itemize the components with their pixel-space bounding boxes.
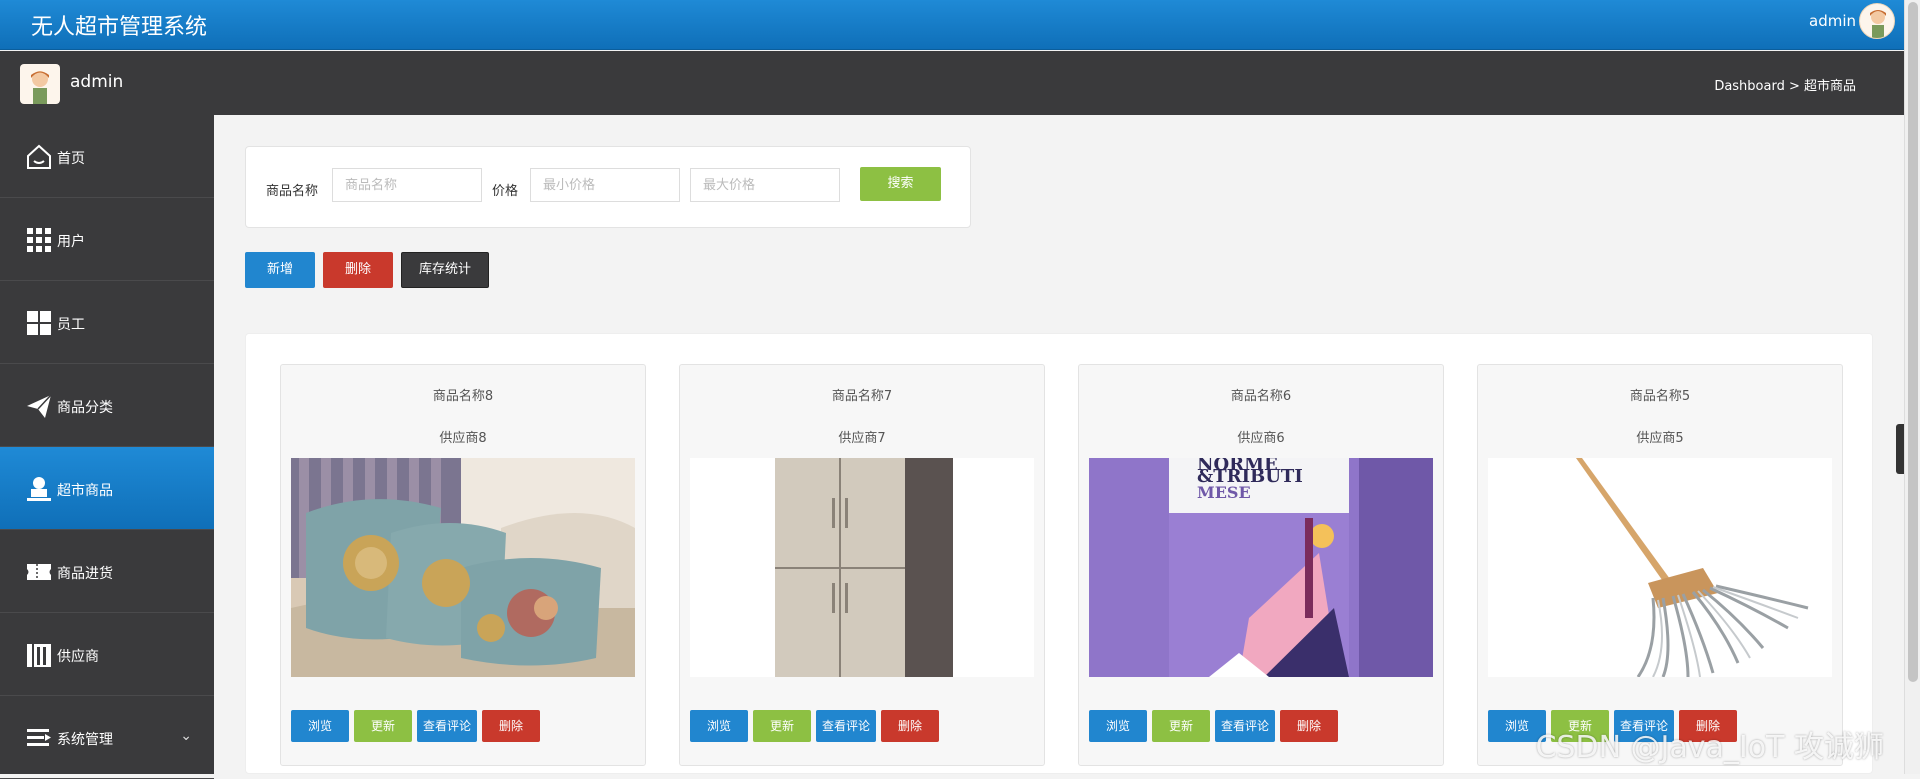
add-button[interactable]: 新增 xyxy=(245,252,315,288)
header-username[interactable]: admin xyxy=(1809,10,1856,32)
delete-product-button[interactable]: 删除 xyxy=(881,710,939,742)
search-button[interactable]: 搜索 xyxy=(860,167,941,201)
top-header: 无人超市管理系统 admin xyxy=(0,0,1904,50)
product-name: 商品名称7 xyxy=(831,389,893,404)
sidebar-item-label: 用户 xyxy=(57,234,85,250)
header-avatar[interactable] xyxy=(1859,3,1895,39)
price-label: 价格 xyxy=(492,184,519,199)
list-icon xyxy=(25,724,53,752)
stock-stats-button[interactable]: 库存统计 xyxy=(401,252,489,288)
ticket-icon xyxy=(25,558,53,586)
app-title: 无人超市管理系统 xyxy=(31,15,208,40)
sidebar: 首页 用户 员工 商品分类 超市商品 商品进货 供应商 系统管理 ⌄ xyxy=(0,115,214,779)
sidebar-item-home[interactable]: 首页 xyxy=(0,115,214,198)
product-card: 商品名称6 供应商6 NORME &TRIBUTI MESE 浏览 更新 查看评… xyxy=(1078,364,1444,766)
view-button[interactable]: 浏览 xyxy=(1089,710,1147,742)
watermark: CSDN @Java_IoT 攻诚狮 xyxy=(1535,730,1884,765)
min-price-input[interactable] xyxy=(530,168,680,202)
sidebar-item-label: 商品进货 xyxy=(57,566,113,582)
product-card: 商品名称5 供应商5 浏览 更新 查看评论 删除 xyxy=(1477,364,1843,766)
delete-product-button[interactable]: 删除 xyxy=(482,710,540,742)
sidebar-item-label: 商品分类 xyxy=(57,400,113,416)
sidebar-item-users[interactable]: 用户 xyxy=(0,198,214,281)
sidebar-item-label: 超市商品 xyxy=(57,483,113,499)
sidebar-item-supplier[interactable]: 供应商 xyxy=(0,613,214,696)
page-scrollbar[interactable] xyxy=(1904,0,1920,774)
product-name: 商品名称5 xyxy=(1629,389,1691,404)
delete-product-button[interactable]: 删除 xyxy=(1280,710,1338,742)
view-button[interactable]: 浏览 xyxy=(690,710,748,742)
user-icon xyxy=(25,475,53,503)
product-name-label: 商品名称 xyxy=(266,184,319,199)
comments-button[interactable]: 查看评论 xyxy=(816,710,876,742)
sidebar-item-label: 供应商 xyxy=(57,649,99,665)
paper-plane-icon xyxy=(25,392,53,420)
comments-button[interactable]: 查看评论 xyxy=(417,710,477,742)
update-button[interactable]: 更新 xyxy=(1152,710,1210,742)
product-supplier: 供应商8 xyxy=(439,431,487,446)
product-image-refrigerator[interactable] xyxy=(690,458,1034,677)
sidebar-item-category[interactable]: 商品分类 xyxy=(0,364,214,447)
product-card: 商品名称7 供应商7 浏览 更新 查看评论 删除 xyxy=(679,364,1045,766)
scrollbar-thumb[interactable] xyxy=(1908,2,1918,682)
sub-header: admin Dashboard > 超市商品 xyxy=(0,51,1904,115)
sidebar-username: admin xyxy=(70,72,124,92)
product-image-mop[interactable] xyxy=(1488,458,1832,677)
update-button[interactable]: 更新 xyxy=(753,710,811,742)
avatar xyxy=(20,64,60,104)
poster-text-line3: MESE xyxy=(1197,483,1251,502)
product-supplier: 供应商6 xyxy=(1237,431,1285,446)
home-icon xyxy=(25,143,53,171)
sidebar-item-staff[interactable]: 员工 xyxy=(0,281,214,364)
comments-button[interactable]: 查看评论 xyxy=(1215,710,1275,742)
product-name: 商品名称8 xyxy=(432,389,494,404)
product-card: 商品名称8 供应商8 浏览 更新 查看评论 删除 xyxy=(280,364,646,766)
update-button[interactable]: 更新 xyxy=(354,710,412,742)
product-image-poster[interactable]: NORME &TRIBUTI MESE xyxy=(1089,458,1433,677)
sidebar-item-purchase[interactable]: 商品进货 xyxy=(0,530,214,613)
building-icon xyxy=(25,641,53,669)
product-name-input[interactable] xyxy=(332,168,482,202)
sidebar-item-system[interactable]: 系统管理 ⌄ xyxy=(0,696,214,779)
sidebar-item-label: 首页 xyxy=(57,151,85,167)
tiles-icon xyxy=(25,309,53,337)
product-supplier: 供应商5 xyxy=(1636,431,1684,446)
delete-button[interactable]: 删除 xyxy=(323,252,393,288)
product-grid: 商品名称8 供应商8 浏览 更新 查看评论 删除 商品名称7 供应商7 浏览 更… xyxy=(245,333,1873,774)
view-button[interactable]: 浏览 xyxy=(291,710,349,742)
sidebar-item-label: 系统管理 xyxy=(57,732,113,748)
product-name: 商品名称6 xyxy=(1230,389,1292,404)
product-supplier: 供应商7 xyxy=(838,431,886,446)
sidebar-item-label: 员工 xyxy=(57,317,85,333)
sidebar-item-products[interactable]: 超市商品 xyxy=(0,447,214,530)
breadcrumb[interactable]: Dashboard > 超市商品 xyxy=(1714,75,1856,94)
chevron-down-icon[interactable]: ⌄ xyxy=(180,728,192,744)
max-price-input[interactable] xyxy=(690,168,840,202)
grid-icon xyxy=(25,226,53,254)
search-panel: 商品名称 价格 搜索 xyxy=(245,146,971,228)
product-image-pillows[interactable] xyxy=(291,458,635,677)
